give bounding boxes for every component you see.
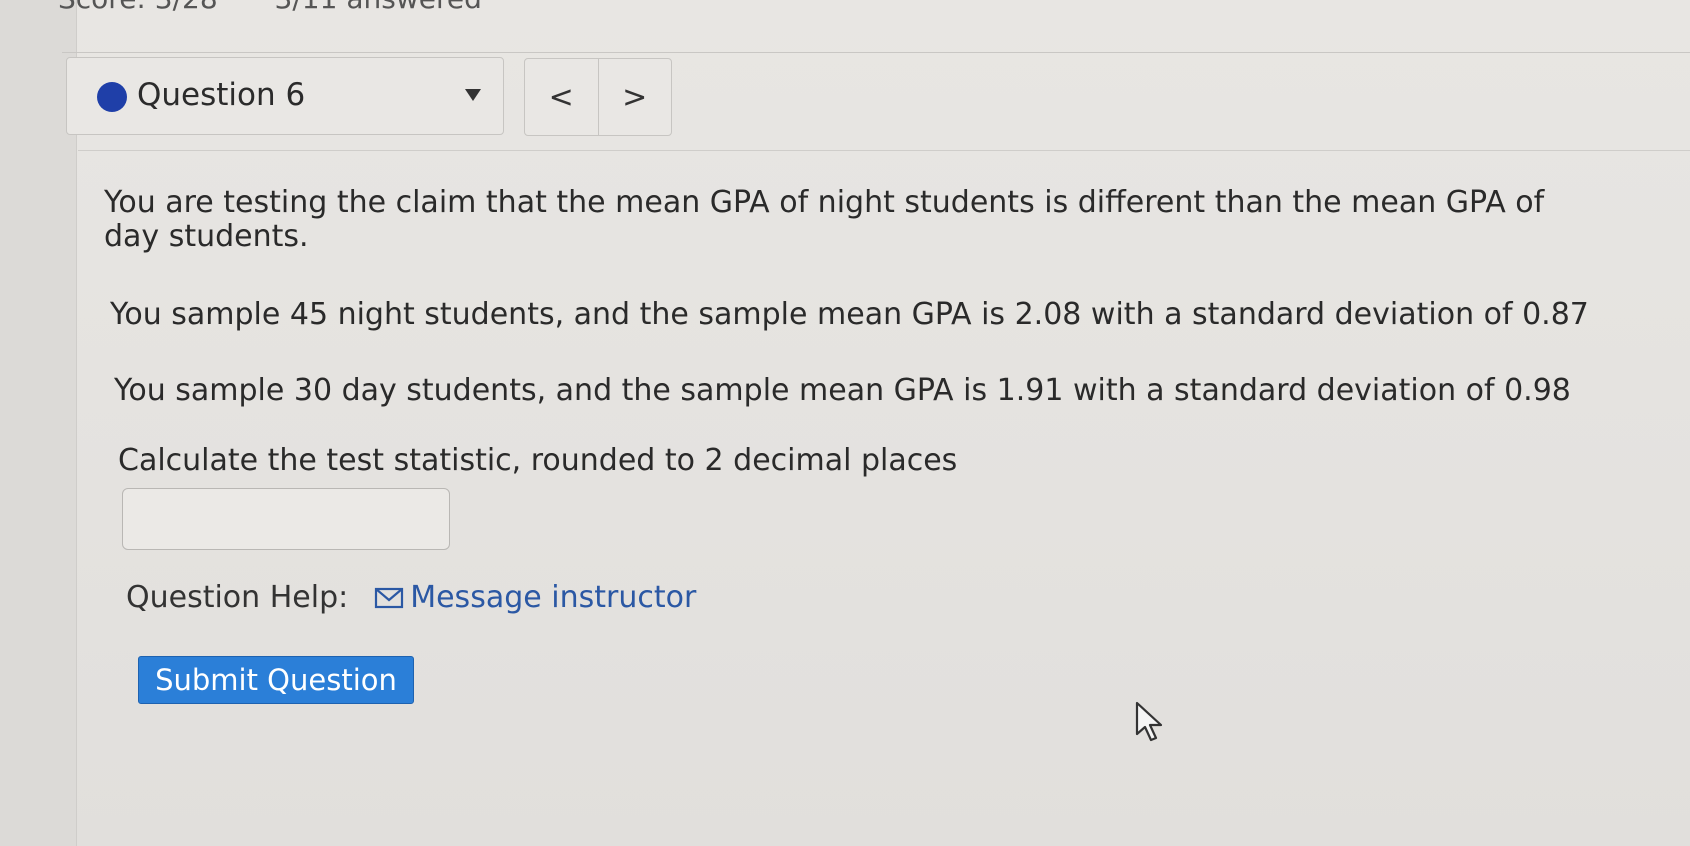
page: Score: 3/28 3/11 answered Question 6 < >… xyxy=(0,0,1690,846)
answered-text: 3/11 answered xyxy=(275,0,482,15)
message-instructor-link[interactable]: Message instructor xyxy=(410,580,696,615)
score-text: Score: 3/28 xyxy=(58,0,218,15)
day-sample-text: You sample 30 day students, and the samp… xyxy=(114,373,1571,408)
top-divider xyxy=(62,52,1690,53)
question-help: Question Help: Message instructor xyxy=(126,580,696,615)
submit-question-button[interactable]: Submit Question xyxy=(138,656,414,704)
previous-question-button[interactable]: < xyxy=(525,59,599,135)
mouse-cursor-icon xyxy=(1135,701,1163,742)
content-divider xyxy=(78,150,1690,151)
question-help-label: Question Help: xyxy=(126,580,349,615)
question-nav: < > xyxy=(524,58,672,136)
answer-input[interactable] xyxy=(122,488,450,550)
status-dot-icon xyxy=(97,82,127,112)
next-question-button[interactable]: > xyxy=(599,59,672,135)
dropdown-caret-icon xyxy=(465,89,481,101)
instruction-text: Calculate the test statistic, rounded to… xyxy=(118,443,958,478)
question-selector-label: Question 6 xyxy=(137,77,306,113)
score-status: Score: 3/28 3/11 answered xyxy=(58,0,530,15)
mail-icon[interactable] xyxy=(374,586,404,610)
question-claim-text: You are testing the claim that the mean … xyxy=(104,185,1545,254)
question-selector[interactable]: Question 6 xyxy=(66,57,504,135)
night-sample-text: You sample 45 night students, and the sa… xyxy=(110,297,1589,332)
